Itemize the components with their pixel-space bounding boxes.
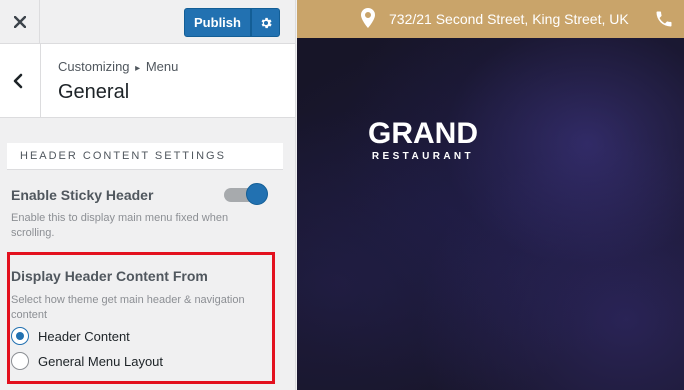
phone-icon (656, 11, 672, 27)
radio-option-header-content[interactable]: Header Content (11, 327, 130, 345)
sticky-header-description: Enable this to display main menu fixed w… (11, 212, 229, 239)
publish-group: Publish (184, 8, 280, 37)
sticky-header-toggle[interactable] (224, 183, 268, 207)
publish-button[interactable]: Publish (184, 8, 251, 37)
preview-info-bar: 732/21 Second Street, King Street, UK (297, 0, 684, 38)
map-pin-icon (361, 8, 375, 28)
breadcrumb-parent: Menu (145, 59, 179, 74)
section-header: Customizing ▸ Menu General (0, 44, 295, 118)
preview-address: 732/21 Second Street, King Street, UK (389, 11, 629, 27)
logo-sub-text: RESTAURANT (371, 151, 475, 162)
breadcrumb-root: Customizing (58, 59, 130, 74)
publish-settings-button[interactable] (251, 8, 280, 37)
site-logo[interactable]: GRAND RESTAURANT (361, 117, 485, 163)
back-button[interactable] (0, 44, 40, 117)
customizer-panel: Publish Customizing ▸ Menu General HEADE… (0, 0, 296, 390)
settings-group-header: HEADER CONTENT SETTINGS (7, 143, 283, 170)
toggle-knob (246, 183, 268, 205)
header-divider (40, 44, 41, 117)
radio-button[interactable] (11, 352, 29, 370)
logo-main-text: GRAND (368, 117, 478, 150)
radio-label[interactable]: General Menu Layout (38, 354, 163, 369)
close-icon (13, 15, 26, 28)
preview-background (297, 38, 684, 390)
display-header-description: Select how theme get main header & navig… (11, 294, 245, 321)
radio-option-general-menu-layout[interactable]: General Menu Layout (11, 352, 163, 370)
breadcrumb: Customizing ▸ Menu (58, 59, 178, 74)
site-preview: 732/21 Second Street, King Street, UK GR… (297, 0, 684, 390)
chevron-left-icon (13, 73, 23, 88)
radio-label[interactable]: Header Content (38, 329, 130, 344)
section-title: General (58, 81, 130, 103)
customizer-topbar: Publish (0, 0, 295, 44)
sticky-header-label: Enable Sticky Header (11, 187, 154, 203)
close-button[interactable] (0, 0, 40, 43)
breadcrumb-separator: ▸ (135, 63, 141, 74)
gear-icon (261, 17, 272, 28)
display-header-label: Display Header Content From (11, 268, 208, 284)
radio-button[interactable] (11, 327, 29, 345)
radio-selected-dot (16, 332, 24, 340)
